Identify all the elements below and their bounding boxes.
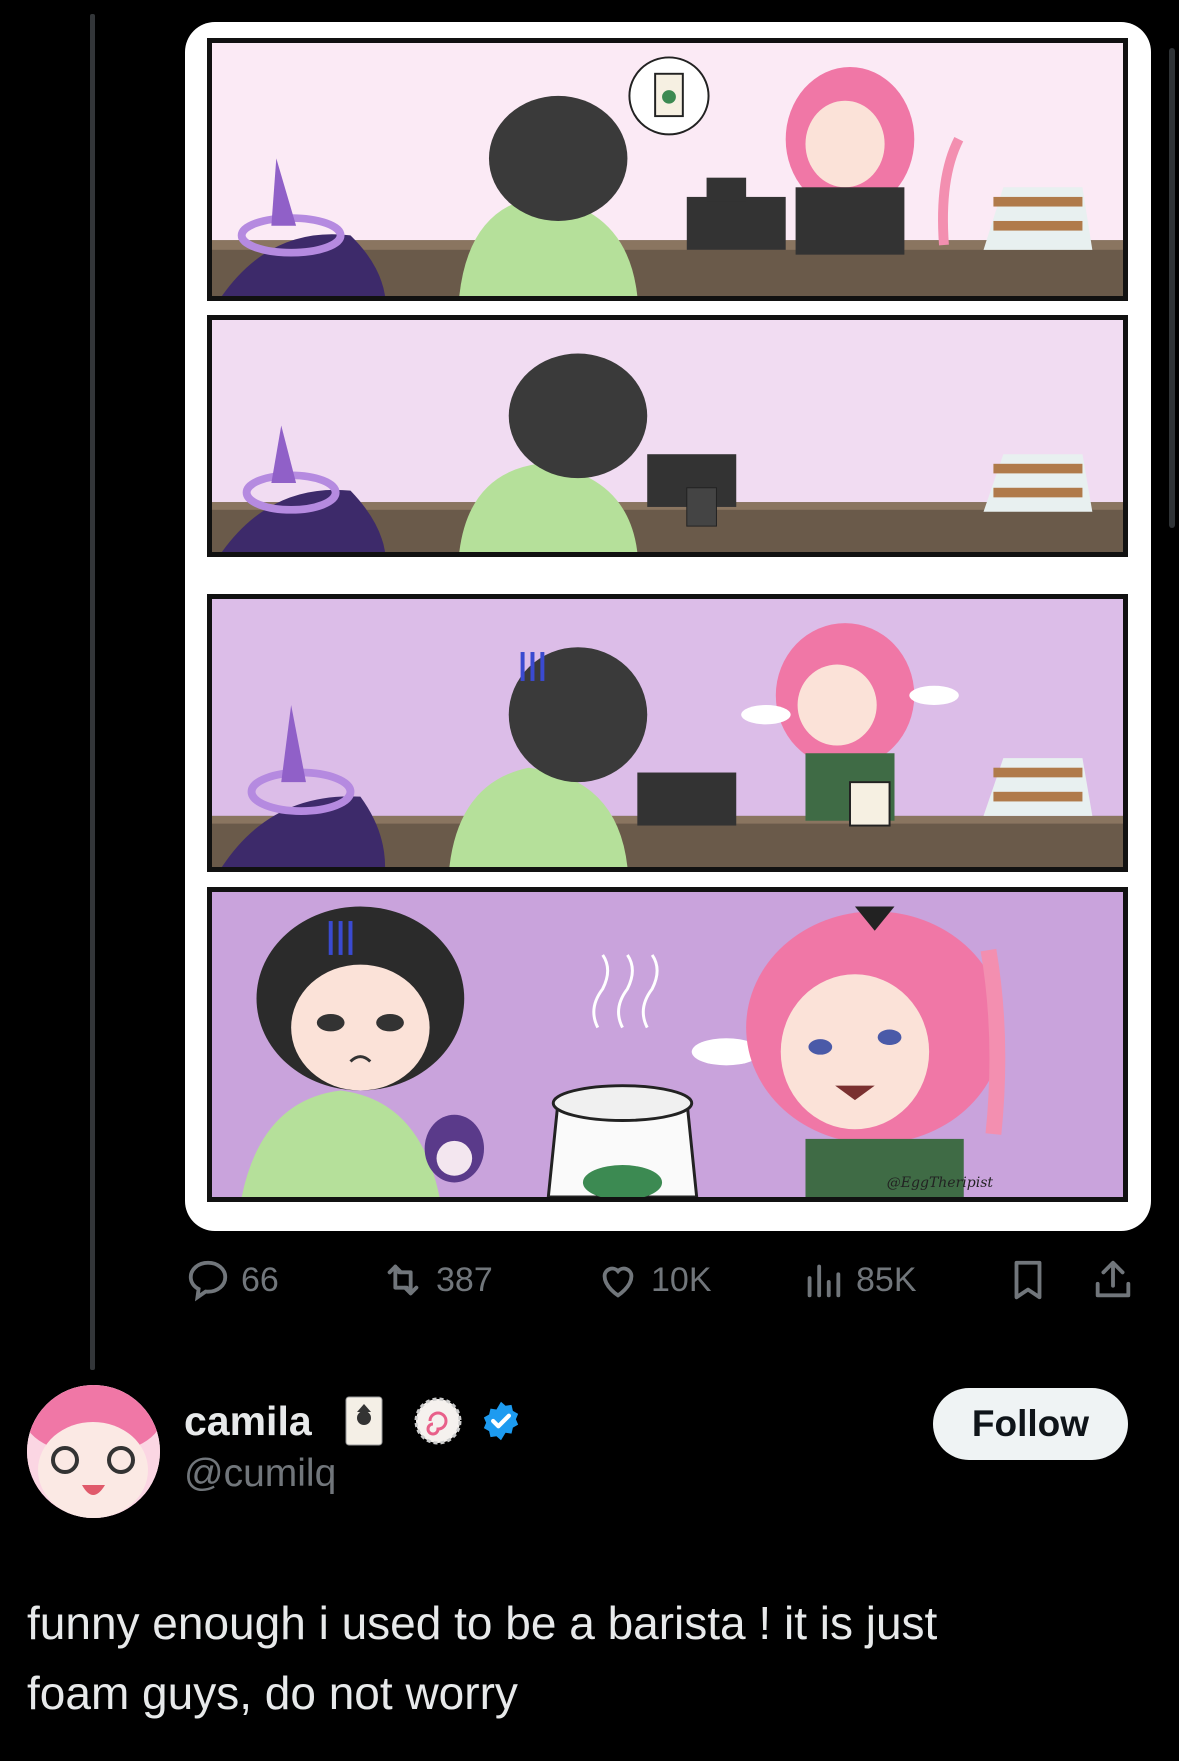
post-action-bar: 66 387 10K 85K — [185, 1255, 1145, 1305]
reply-author-row: camila @cumilq Follow — [0, 1380, 1179, 1530]
repost-icon — [387, 1264, 419, 1296]
reply-text-line-2: foam guys, do not worry — [27, 1667, 518, 1719]
verified-badge-icon — [480, 1400, 522, 1447]
scrollbar[interactable] — [1169, 48, 1175, 528]
reply-button[interactable]: 66 — [185, 1255, 279, 1305]
comic-panel-3 — [207, 594, 1128, 872]
views-button[interactable]: 85K — [800, 1255, 917, 1305]
reply-icon — [188, 1260, 228, 1302]
joker-card-emoji-icon — [345, 1396, 383, 1451]
comic-panel-1 — [207, 38, 1128, 301]
share-icon — [1095, 1260, 1131, 1298]
narutomaki-emoji-icon — [413, 1396, 463, 1451]
follow-button[interactable]: Follow — [933, 1388, 1128, 1460]
repost-count: 387 — [436, 1260, 493, 1299]
like-button[interactable]: 10K — [595, 1255, 712, 1305]
reply-text-line-1: funny enough i used to be a barista ! it… — [27, 1597, 938, 1649]
comic-panel-2 — [207, 315, 1128, 557]
user-handle[interactable]: @cumilq — [184, 1452, 336, 1496]
post-image[interactable]: @EggTheripist — [185, 22, 1151, 1231]
views-icon — [807, 1264, 841, 1298]
reply-count: 66 — [241, 1260, 279, 1299]
artist-watermark: @EggTheripist — [886, 1175, 993, 1191]
share-button[interactable] — [1090, 1255, 1136, 1305]
bookmark-icon — [1014, 1260, 1042, 1300]
thread-connector-line — [90, 14, 95, 1370]
views-count: 85K — [856, 1260, 917, 1299]
heart-icon — [602, 1266, 634, 1298]
repost-button[interactable]: 387 — [380, 1255, 493, 1305]
like-count: 10K — [651, 1260, 712, 1299]
comic-panel-4: @EggTheripist — [207, 887, 1128, 1202]
display-name[interactable]: camila — [184, 1398, 312, 1445]
reply-text: funny enough i used to be a barista ! it… — [27, 1588, 1147, 1728]
bookmark-button[interactable] — [1005, 1255, 1051, 1305]
avatar[interactable] — [27, 1385, 160, 1518]
